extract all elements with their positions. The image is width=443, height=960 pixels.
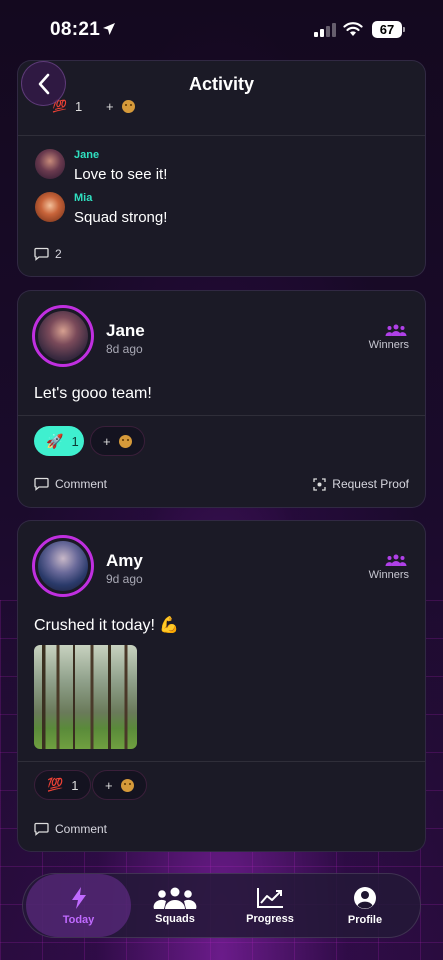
tab-bar: Today Squads Progress Profile [22, 873, 421, 938]
squad-name: Winners [368, 339, 409, 351]
scan-icon [313, 477, 326, 491]
add-reaction-plus: + [106, 98, 114, 114]
avatar-mia [35, 192, 65, 222]
hundred-emoji-icon: 💯 [47, 777, 64, 792]
add-reaction-button[interactable]: + [90, 426, 145, 456]
post-time: 9d ago [106, 572, 143, 586]
comment-button[interactable]: Comment [34, 822, 107, 836]
post-time: 8d ago [106, 342, 143, 356]
request-proof-label: Request Proof [332, 477, 409, 491]
tab-label: Squads [155, 912, 195, 925]
avatar-jane [35, 149, 65, 179]
chart-icon [257, 887, 283, 908]
reaction-count: 1 [71, 777, 79, 793]
card-divider [18, 135, 425, 136]
group-icon [385, 324, 407, 336]
comment-icon [34, 822, 49, 836]
tab-squads[interactable]: Squads [130, 874, 220, 937]
comment-count: 2 [55, 247, 62, 261]
reaction-count: 1 [74, 98, 83, 114]
signal-icon [314, 23, 336, 37]
avatar-jane[interactable] [32, 305, 94, 367]
smiley-icon [118, 434, 132, 448]
reaction-count: 1 [71, 433, 79, 449]
comment-icon [34, 247, 49, 261]
comment-author: Mia [74, 192, 93, 204]
comment-button[interactable]: Comment [34, 477, 107, 491]
add-reaction-plus: + [105, 777, 113, 793]
tab-label: Today [62, 913, 95, 926]
comment-text: Squad strong! [74, 209, 168, 226]
post-photo-forest[interactable] [34, 645, 137, 749]
rocket-emoji-icon: 🚀 [46, 432, 64, 449]
lightning-icon [71, 886, 86, 909]
comment-label: Comment [55, 822, 108, 836]
tab-profile[interactable]: Profile [320, 874, 410, 937]
smiley-icon [120, 778, 134, 792]
comment-author: Jane [74, 149, 100, 161]
status-time: 08:21 [50, 19, 101, 40]
page-title: Activity [188, 74, 255, 94]
battery-indicator: 67 [372, 21, 405, 38]
reaction-pill-rocket[interactable]: 🚀 1 [34, 426, 84, 456]
wifi-icon [343, 22, 363, 36]
avatar-amy[interactable] [32, 535, 94, 597]
post-author[interactable]: Jane [106, 321, 145, 341]
comment-text: Love to see it! [74, 166, 168, 183]
profile-icon [354, 886, 376, 909]
post-text: Crushed it today! 💪 [34, 617, 180, 634]
location-arrow-icon [103, 23, 115, 35]
status-bar: 08:21 67 [0, 0, 443, 58]
reaction-pill-hundred[interactable]: 💯 1 [34, 770, 92, 800]
comments-toggle[interactable]: 2 [34, 247, 62, 261]
post-card-jane: Jane 8d ago Winners Let's gooo team! 🚀 1… [17, 290, 426, 508]
comment-icon [34, 477, 49, 491]
comment-label: Comment [55, 477, 108, 491]
smiley-icon [121, 99, 135, 113]
group-icon [385, 554, 407, 566]
request-proof-button[interactable]: Request Proof [313, 477, 409, 491]
add-reaction-button[interactable]: + [94, 92, 147, 120]
add-reaction-plus: + [103, 433, 111, 449]
tab-today[interactable]: Today [26, 874, 131, 937]
group-icon [153, 887, 197, 909]
add-reaction-button[interactable]: + [92, 770, 147, 800]
card-divider [18, 415, 425, 416]
squad-name: Winners [368, 569, 409, 581]
tab-label: Profile [347, 913, 383, 926]
tab-label: Progress [246, 912, 294, 925]
post-text: Let's gooo team! [34, 385, 152, 402]
post-card-amy: Amy 9d ago Winners Crushed it today! 💪 💯… [17, 520, 426, 852]
tab-progress[interactable]: Progress [225, 874, 315, 937]
post-author[interactable]: Amy [106, 551, 143, 571]
card-divider [18, 761, 425, 762]
